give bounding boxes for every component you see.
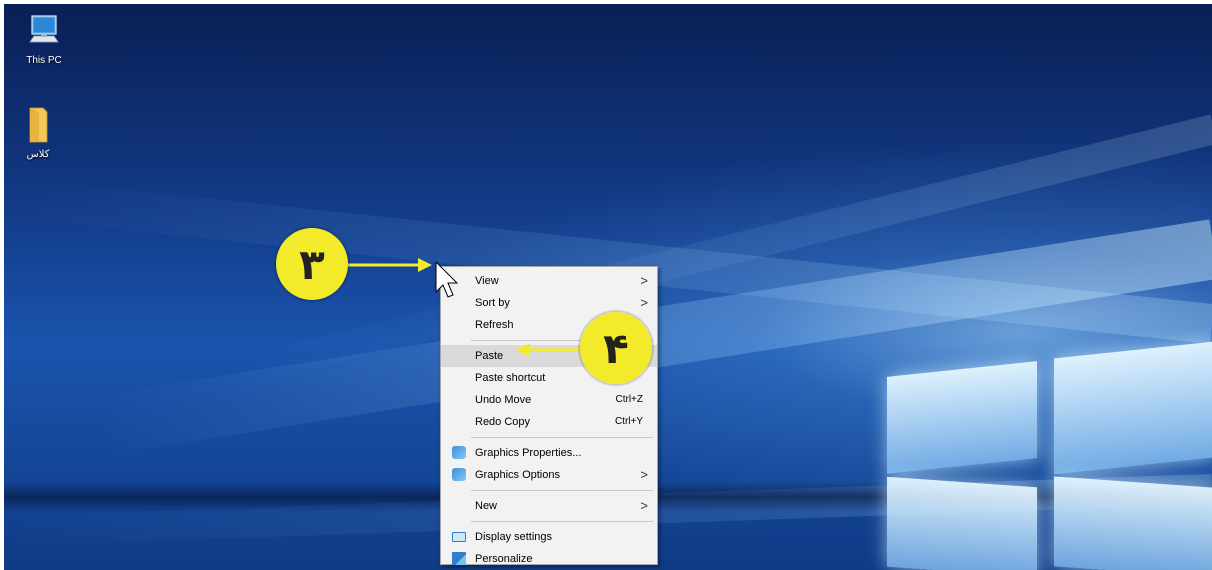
callout-step-3: ۳ [276,228,348,300]
light-beam [230,114,1212,388]
callout-number: ۴ [603,323,629,373]
windows-logo-pane [1054,476,1212,570]
desktop-icon-this-pc[interactable]: This PC [14,14,74,66]
windows-logo-pane [887,361,1037,474]
menu-separator [471,521,653,522]
menu-item-label: View [475,275,499,287]
chevron-right-icon: > [640,467,648,482]
menu-item-label: Undo Move [475,394,532,406]
menu-item-label: Display settings [475,531,553,543]
menu-item-display-settings[interactable]: Display settings [441,526,657,548]
menu-item-view[interactable]: View > [441,270,657,292]
menu-item-graphics-options[interactable]: Graphics Options > [441,464,657,486]
menu-item-label: New [475,500,498,512]
graphics-icon [452,446,466,459]
chevron-right-icon: > [640,295,648,310]
menu-item-label: Graphics Properties... [475,447,582,459]
desktop-icon-folder[interactable]: کلاس [8,104,68,160]
this-pc-icon [29,15,59,43]
chevron-right-icon: > [640,273,648,288]
menu-item-sort-by[interactable]: Sort by > [441,292,657,314]
personalize-icon [452,552,466,565]
menu-item-label: Refresh [475,319,514,331]
windows-logo-pane [887,476,1037,570]
shortcut-label: Ctrl+Y [614,416,643,427]
menu-item-personalize[interactable]: Personalize [441,548,657,570]
windows-logo-pane [1054,341,1212,475]
menu-item-label: Redo Copy [475,416,531,428]
menu-separator [471,490,653,491]
desktop-icon-label: This PC [26,55,62,66]
menu-item-label: Graphics Options [475,469,560,481]
menu-item-undo-move[interactable]: Undo Move Ctrl+Z [441,389,657,411]
menu-item-graphics-properties[interactable]: Graphics Properties... [441,442,657,464]
menu-item-label: Paste [475,350,504,362]
folder-icon [29,107,48,143]
callout-number: ۳ [299,239,325,289]
display-icon [452,532,466,542]
menu-item-new[interactable]: New > [441,495,657,517]
shortcut-label: Ctrl+Z [615,394,644,405]
callout-step-4: ۴ [580,312,652,384]
menu-separator [471,437,653,438]
desktop-icon-label: کلاس [26,149,50,160]
chevron-right-icon: > [640,498,648,513]
menu-item-redo-copy[interactable]: Redo Copy Ctrl+Y [441,411,657,433]
menu-item-label: Personalize [475,553,533,565]
menu-item-label: Sort by [475,297,510,309]
graphics-icon [452,468,466,481]
menu-item-label: Paste shortcut [475,372,546,384]
desktop-context-menu: View > Sort by > Refresh Paste Paste sho… [440,266,658,565]
